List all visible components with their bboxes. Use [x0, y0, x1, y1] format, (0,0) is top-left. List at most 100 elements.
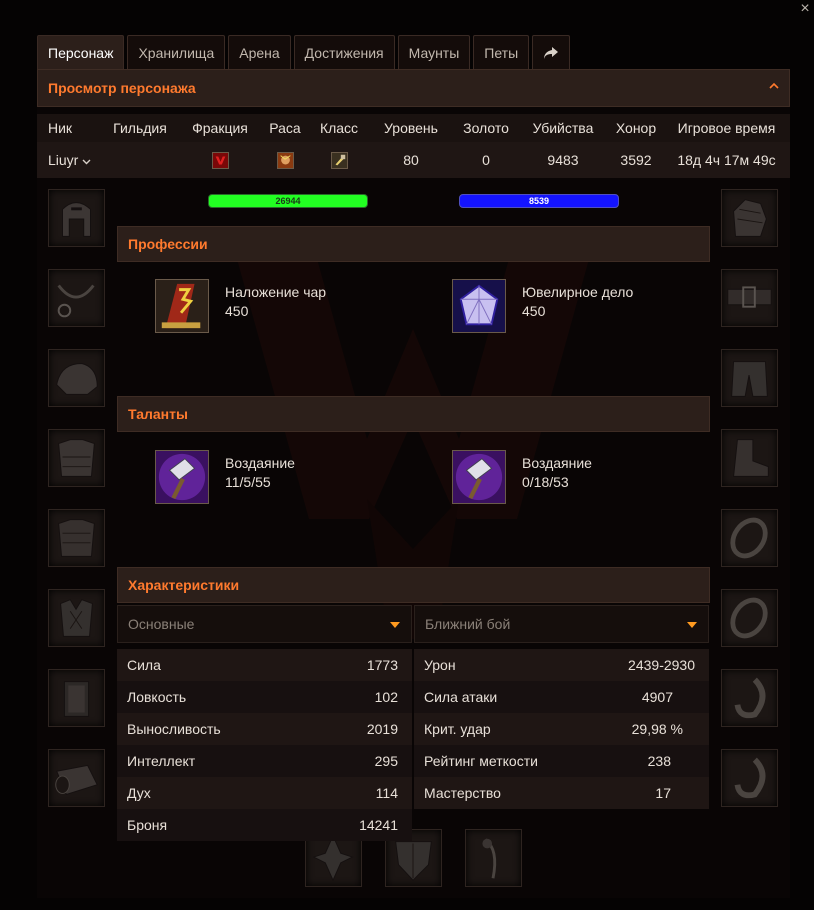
class-cell [311, 151, 367, 169]
stat-value: 295 [374, 753, 398, 769]
chest-armor-icon [58, 439, 95, 477]
equip-slot-tabard[interactable] [48, 669, 105, 727]
stat-label: Броня [127, 817, 168, 833]
stat-label: Сила атаки [424, 689, 498, 705]
chevron-up-icon[interactable] [769, 81, 779, 91]
tabard-icon [63, 681, 90, 717]
stat-row: Крит. удар 29,98 % [414, 713, 709, 745]
col-level: Уровень [384, 120, 438, 136]
character-gold: 0 [482, 152, 490, 168]
ring-icon [730, 517, 768, 559]
chevron-down-icon [390, 622, 400, 628]
equip-slot-trinket-2[interactable] [721, 749, 778, 807]
necklace-icon [57, 284, 95, 318]
stats-melee-column: Ближний бой Урон 2439-2930 Сила атаки 4907… [414, 605, 709, 809]
professions-header: Профессии [117, 226, 710, 262]
tab-character[interactable]: Персонаж [37, 35, 125, 69]
col-gold: Золото [463, 120, 509, 136]
close-button[interactable]: × [798, 0, 812, 18]
tab-arena[interactable]: Арена [228, 35, 291, 69]
character-table-header: Ник Гильдия Фракция Раса Класс Уровень З… [37, 114, 790, 142]
paladin-icon [330, 151, 348, 169]
equip-slot-feet[interactable] [721, 429, 778, 487]
talent-spec-name: Воздаяние [522, 455, 592, 471]
tab-achievements[interactable]: Достижения [293, 35, 395, 69]
horde-icon [211, 151, 229, 169]
stat-row: Сила атаки 4907 [414, 681, 709, 713]
professions-title: Профессии [128, 236, 208, 252]
tab-pets[interactable]: Петы [473, 35, 530, 69]
col-played: Игровое время [677, 120, 776, 136]
profession-item: Ювелирное дело 450 [452, 279, 633, 333]
shoulder-icon [56, 363, 98, 395]
col-class: Класс [319, 120, 359, 136]
equip-slot-neck[interactable] [48, 269, 105, 327]
stats-base-column: Основные Сила 1773 Ловкость 102 Выносливос… [117, 605, 412, 841]
equip-slot-ranged[interactable] [465, 829, 522, 887]
character-view-header[interactable]: Просмотр персонажа [37, 69, 790, 107]
chevron-down-icon [687, 622, 697, 628]
profession-name: Ювелирное дело [522, 284, 634, 300]
helmet-icon [62, 202, 91, 237]
talent-spec-points: 0/18/53 [522, 474, 569, 490]
stat-label: Сила [127, 657, 161, 673]
stat-label: Мастерство [424, 785, 501, 801]
stat-row: Интеллект 295 [117, 745, 412, 777]
stat-value: 4907 [641, 689, 673, 705]
equip-slot-back[interactable] [48, 429, 105, 487]
character-name: Liuyr [48, 152, 79, 168]
stat-row: Ловкость 102 [117, 681, 412, 713]
character-level: 80 [403, 152, 419, 168]
equip-slot-legs[interactable] [721, 349, 778, 407]
boot-icon [733, 439, 769, 477]
col-name: Ник [48, 120, 73, 136]
stat-label: Ловкость [127, 689, 187, 705]
stat-label: Крит. удар [424, 721, 491, 737]
tab-mounts[interactable]: Маунты [397, 35, 471, 69]
equip-slot-waist[interactable] [721, 269, 778, 327]
stat-row: Рейтинг меткости 238 [414, 745, 709, 777]
profession-name: Наложение чар [225, 284, 327, 300]
chest-armor-icon [58, 519, 95, 557]
equip-slot-shoulder[interactable] [48, 349, 105, 407]
equip-slot-hands[interactable] [721, 189, 778, 247]
retribution-hammer-icon [452, 450, 506, 504]
stat-value: 1773 [366, 657, 398, 673]
health-bar: 26944 [208, 194, 368, 208]
stat-value: 102 [374, 689, 398, 705]
stats-melee-list: Урон 2439-2930 Сила атаки 4907 Крит. удар 2… [414, 649, 709, 809]
stat-value: 17 [655, 785, 671, 801]
share-tab[interactable] [532, 35, 571, 69]
equip-slot-finger-1[interactable] [721, 509, 778, 567]
stats-category-select[interactable]: Основные [117, 605, 412, 643]
character-name-dropdown[interactable]: Liuyr [37, 152, 99, 168]
equip-slot-wrist[interactable] [48, 749, 105, 807]
relic-icon [482, 838, 497, 879]
mana-value: 8539 [528, 196, 550, 206]
equip-slot-trinket-1[interactable] [721, 669, 778, 727]
col-honor: Хонор [615, 120, 657, 136]
tab-bar: Персонаж Хранилища Арена Достижения Маун… [37, 35, 571, 69]
character-row: Liuyr 80 0 9483 3592 18д 4ч 17м 49с [37, 142, 790, 178]
stat-label: Интеллект [127, 753, 196, 769]
col-race: Раса [269, 120, 301, 136]
col-kills: Убийства [532, 120, 594, 136]
equip-slot-head[interactable] [48, 189, 105, 247]
stat-value: 2439-2930 [628, 657, 695, 673]
trinket-icon [734, 757, 766, 799]
stat-label: Дух [127, 785, 151, 801]
jewelcrafting-icon [452, 279, 506, 333]
talent-spec-name: Воздаяние [225, 455, 295, 471]
equip-slot-shirt[interactable] [48, 589, 105, 647]
equip-slot-chest[interactable] [48, 509, 105, 567]
equip-slot-finger-2[interactable] [721, 589, 778, 647]
stats-category-select[interactable]: Ближний бой [414, 605, 709, 643]
stats-category-value: Ближний бой [425, 616, 511, 632]
col-guild: Гильдия [113, 120, 167, 136]
tab-vaults[interactable]: Хранилища [127, 35, 226, 69]
stat-row: Мастерство 17 [414, 777, 709, 809]
health-value: 26944 [275, 196, 301, 206]
race-cell [259, 151, 311, 169]
profession-skill: 450 [522, 303, 546, 319]
belt-icon [727, 286, 772, 308]
